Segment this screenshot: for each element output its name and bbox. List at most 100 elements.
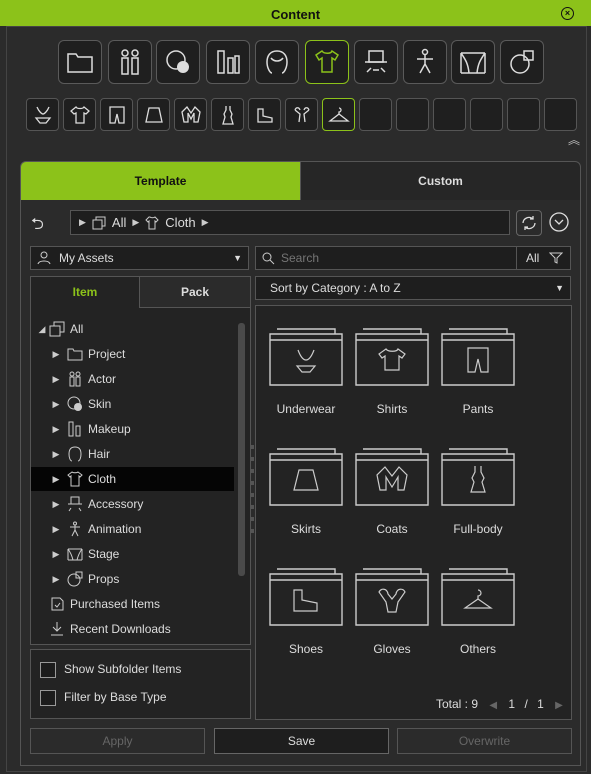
category-project[interactable]: [58, 40, 102, 84]
expand-arrow-icon[interactable]: ▶: [49, 574, 63, 585]
search-input[interactable]: [279, 250, 503, 266]
grid-item-label: Shoes: [288, 642, 324, 656]
sub-shirts[interactable]: [63, 98, 96, 131]
collapse-icon[interactable]: ︽: [568, 131, 580, 148]
cloth-icon: [67, 471, 83, 487]
category-skin[interactable]: [156, 40, 200, 84]
show-subfolder-label: Show Subfolder Items: [64, 662, 182, 676]
splitter-handle[interactable]: [250, 445, 254, 540]
breadcrumb-current[interactable]: Cloth: [165, 215, 195, 230]
filter-base-checkbox[interactable]: [40, 690, 56, 706]
breadcrumb-arrow-icon[interactable]: ▶: [79, 217, 86, 228]
next-page-icon[interactable]: ▶: [555, 700, 563, 711]
sub-full-body[interactable]: [211, 98, 244, 131]
overwrite-button[interactable]: Overwrite: [397, 728, 572, 754]
tree-item-cloth[interactable]: ▶ Cloth: [31, 467, 234, 491]
dress-icon: [221, 105, 234, 125]
show-subfolder-checkbox[interactable]: [40, 662, 56, 678]
tree-item-actor[interactable]: ▶ Actor: [49, 367, 254, 391]
tree-item-animation[interactable]: ▶ Animation: [49, 517, 254, 541]
tree-item-makeup[interactable]: ▶ Makeup: [49, 417, 254, 441]
prev-page-icon[interactable]: ◀: [489, 700, 497, 711]
menu-button[interactable]: [547, 210, 571, 234]
cloth-icon: [314, 49, 340, 73]
grid-item-coats[interactable]: Coats: [352, 448, 432, 536]
category-props[interactable]: [500, 40, 544, 84]
accessory-icon: [365, 50, 387, 73]
category-cloth[interactable]: [305, 40, 349, 84]
expand-arrow-icon[interactable]: ▶: [49, 549, 63, 560]
tree-label: Animation: [88, 522, 142, 536]
category-makeup[interactable]: [206, 40, 250, 84]
close-icon[interactable]: ×: [561, 7, 574, 20]
grid-item-full-body[interactable]: Full-body: [438, 448, 518, 536]
grid-item-pants[interactable]: Pants: [438, 328, 518, 416]
tree-item-purchased[interactable]: Purchased Items: [49, 592, 254, 616]
tree-label: All: [70, 322, 84, 336]
category-actor[interactable]: [108, 40, 152, 84]
expand-arrow-icon[interactable]: ▶: [49, 349, 63, 360]
tab-custom[interactable]: Custom: [300, 161, 581, 201]
expand-arrow-icon[interactable]: ▶: [49, 374, 63, 385]
tree-label: Accessory: [88, 497, 144, 511]
sub-skirts[interactable]: [137, 98, 170, 131]
grid-item-gloves[interactable]: Gloves: [352, 568, 432, 656]
breadcrumb-arrow-icon[interactable]: ▶: [132, 217, 139, 228]
category-accessory[interactable]: [354, 40, 398, 84]
refresh-button[interactable]: [516, 210, 542, 236]
grid-item-underwear[interactable]: Underwear: [266, 328, 346, 416]
sub-others[interactable]: [322, 98, 355, 131]
sub-shoes[interactable]: [248, 98, 281, 131]
expand-arrow-icon[interactable]: ▶: [49, 524, 63, 535]
breadcrumb-arrow-icon[interactable]: ▶: [202, 217, 209, 228]
tree-item-props[interactable]: ▶ Props: [49, 567, 254, 591]
tree-item-skin[interactable]: ▶ Skin: [49, 392, 254, 416]
animation-icon: [70, 521, 80, 537]
sort-select[interactable]: Sort by Category : A to Z ▼: [255, 276, 571, 300]
category-hair[interactable]: [255, 40, 299, 84]
expand-arrow-icon[interactable]: ▶: [49, 449, 63, 460]
animation-icon: [417, 48, 433, 74]
sub-gloves[interactable]: [285, 98, 318, 131]
accessory-icon: [68, 496, 82, 512]
tree-root[interactable]: ◢ All: [35, 317, 240, 341]
breadcrumb-root[interactable]: All: [112, 215, 126, 230]
search-icon: [262, 252, 275, 264]
total-count: Total : 9: [436, 697, 479, 711]
apply-button[interactable]: Apply: [30, 728, 205, 754]
save-button[interactable]: Save: [214, 728, 389, 754]
actor-icon: [121, 49, 139, 75]
grid-item-shoes[interactable]: Shoes: [266, 568, 346, 656]
tree-item-stage[interactable]: ▶ Stage: [49, 542, 254, 566]
tree-label: Skin: [88, 397, 112, 411]
expand-arrow-icon[interactable]: ▶: [49, 399, 63, 410]
expand-arrow-icon[interactable]: ▶: [49, 424, 63, 435]
assets-select[interactable]: My Assets ▼: [30, 246, 249, 270]
tree-scrollbar[interactable]: [238, 323, 245, 576]
sub-pants[interactable]: [100, 98, 133, 131]
back-icon[interactable]: ⮌: [31, 213, 44, 240]
category-stage[interactable]: [451, 40, 495, 84]
current-page[interactable]: 1: [508, 697, 515, 711]
sub-coats[interactable]: [174, 98, 207, 131]
tree-label: Stage: [88, 547, 120, 561]
tree-item-recent-downloads[interactable]: Recent Downloads: [49, 617, 254, 641]
grid-item-skirts[interactable]: Skirts: [266, 448, 346, 536]
expand-arrow-icon[interactable]: ▶: [49, 474, 63, 485]
sub-empty-slot: [359, 98, 392, 131]
tab-template[interactable]: Template: [20, 161, 301, 201]
grid-item-label: Pants: [462, 402, 494, 416]
tab-pack[interactable]: Pack: [139, 277, 250, 308]
sub-underwear[interactable]: [26, 98, 59, 131]
expanded-arrow-icon[interactable]: ◢: [35, 324, 49, 335]
expand-arrow-icon[interactable]: ▶: [49, 499, 63, 510]
search-filter-label[interactable]: All: [526, 251, 539, 265]
hair-icon: [266, 50, 288, 74]
tree-item-accessory[interactable]: ▶ Accessory: [49, 492, 254, 516]
category-animation[interactable]: [403, 40, 447, 84]
tree-item-project[interactable]: ▶ Project: [49, 342, 254, 366]
grid-item-others[interactable]: Others: [438, 568, 518, 656]
tab-item[interactable]: Item: [31, 277, 139, 307]
tree-item-hair[interactable]: ▶ Hair: [49, 442, 254, 466]
grid-item-shirts[interactable]: Shirts: [352, 328, 432, 416]
